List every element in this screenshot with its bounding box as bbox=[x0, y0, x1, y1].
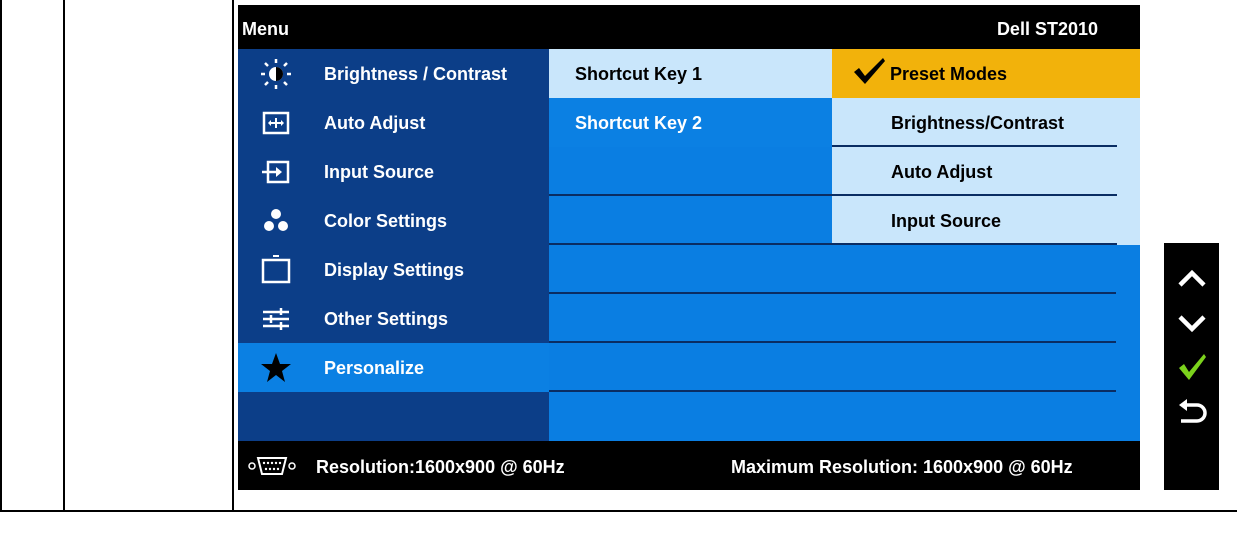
star-icon bbox=[261, 353, 291, 382]
option-label: Input Source bbox=[891, 211, 1002, 231]
submenu-shortcut-key-1[interactable]: Shortcut Key 1 bbox=[549, 49, 832, 98]
option-label: Preset Modes bbox=[890, 64, 1008, 84]
menu-item-input-source[interactable]: Input Source bbox=[238, 147, 549, 196]
check-icon bbox=[854, 58, 885, 84]
other-settings-icon bbox=[263, 308, 289, 330]
menu-item-label: Brightness / Contrast bbox=[324, 64, 508, 84]
submenu-label: Shortcut Key 2 bbox=[575, 113, 703, 133]
table-border-col2 bbox=[232, 0, 234, 512]
table-border-bottom bbox=[0, 510, 1237, 512]
display-settings-icon bbox=[261, 255, 291, 284]
submenu-row bbox=[549, 245, 1140, 294]
row-separator bbox=[549, 390, 1116, 392]
menu-item-other-settings[interactable]: Other Settings bbox=[238, 294, 549, 343]
menu-item-brightness-contrast[interactable]: Brightness / Contrast bbox=[238, 49, 549, 98]
input-source-icon bbox=[262, 160, 290, 184]
menu-item-label: Input Source bbox=[324, 162, 435, 182]
color-settings-icon bbox=[264, 209, 288, 231]
back-icon[interactable] bbox=[1176, 395, 1208, 427]
option-brightness-contrast[interactable]: Brightness/Contrast bbox=[832, 98, 1140, 147]
option-preset-modes[interactable]: Preset Modes bbox=[832, 49, 1140, 98]
status-bar: Resolution:1600x900 @ 60Hz Maximum Resol… bbox=[238, 441, 1140, 490]
submenu-row bbox=[549, 294, 1140, 343]
vga-connector-icon bbox=[248, 457, 296, 475]
submenu-shortcut-key-2[interactable]: Shortcut Key 2 bbox=[549, 98, 832, 147]
osd-menu: Menu Dell ST2010 Brightness / Contrast A… bbox=[238, 5, 1140, 490]
submenu-row bbox=[549, 343, 1140, 392]
osd-title: Menu bbox=[242, 19, 289, 39]
menu-item-personalize[interactable]: Personalize bbox=[238, 343, 549, 392]
menu-item-auto-adjust[interactable]: Auto Adjust bbox=[238, 98, 549, 147]
menu-item-label: Display Settings bbox=[324, 260, 465, 280]
resolution-text: Resolution:1600x900 @ 60Hz bbox=[316, 457, 565, 477]
option-auto-adjust[interactable]: Auto Adjust bbox=[832, 147, 1140, 196]
menu-item-color-settings[interactable]: Color Settings bbox=[238, 196, 549, 245]
brightness-icon bbox=[261, 59, 291, 89]
osd-header: Menu Dell ST2010 bbox=[238, 5, 1140, 49]
option-label: Auto Adjust bbox=[891, 162, 993, 182]
menu-item-label: Color Settings bbox=[324, 211, 448, 231]
menu-item-label: Other Settings bbox=[324, 309, 449, 329]
table-border-left bbox=[0, 0, 2, 512]
up-arrow-icon[interactable] bbox=[1176, 263, 1208, 295]
menu-item-label: Personalize bbox=[324, 358, 425, 378]
side-button-panel bbox=[1164, 243, 1219, 490]
auto-adjust-icon bbox=[262, 111, 290, 135]
submenu-label: Shortcut Key 1 bbox=[575, 64, 703, 84]
option-label: Brightness/Contrast bbox=[891, 113, 1065, 133]
down-arrow-icon[interactable] bbox=[1176, 307, 1208, 339]
option-input-source[interactable]: Input Source bbox=[832, 196, 1140, 245]
menu-item-display-settings[interactable]: Display Settings bbox=[238, 245, 549, 294]
table-border-col1 bbox=[63, 0, 65, 512]
model-name: Dell ST2010 bbox=[996, 19, 1098, 39]
max-resolution-text: Maximum Resolution: 1600x900 @ 60Hz bbox=[731, 457, 1073, 477]
menu-item-label: Auto Adjust bbox=[324, 113, 426, 133]
option-separator bbox=[832, 243, 1117, 245]
check-icon[interactable] bbox=[1176, 351, 1208, 383]
